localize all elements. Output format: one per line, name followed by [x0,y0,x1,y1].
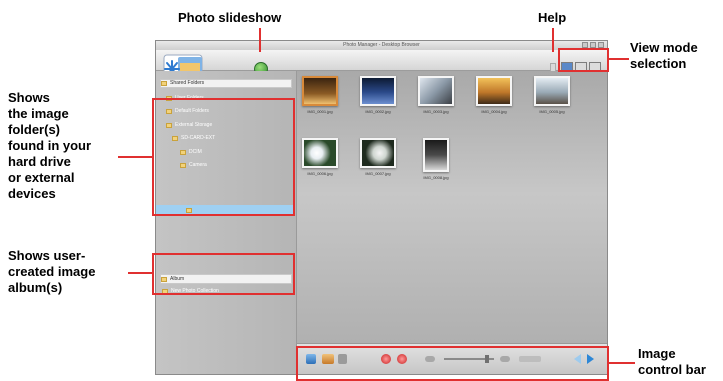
annotation-control-bar: Image control bar [638,346,706,377]
leader-line-user-albums [128,272,152,274]
thumbnail[interactable]: IMG_0001.jpg [302,76,338,114]
thumbnail-caption: IMG_0006.jpg [307,171,333,176]
thumbnail-caption: IMG_0005.jpg [539,109,565,114]
thumbnail-image [360,138,396,168]
thumbnail[interactable]: IMG_0006.jpg [302,138,338,176]
thumbnail-caption: IMG_0007.jpg [365,171,391,176]
folder-label: Shared Folders [170,80,205,86]
thumbnail[interactable]: IMG_0002.jpg [360,76,396,114]
thumbnail-image [302,138,338,168]
folder-tree-root[interactable]: Shared Folders [160,79,292,88]
thumbnail-caption: IMG_0002.jpg [365,109,391,114]
thumbnail[interactable]: IMG_0005.jpg [534,76,570,114]
thumbnail[interactable]: IMG_0007.jpg [360,138,396,176]
annotation-image-folders: Shows the image folder(s) found in your … [8,90,92,201]
highlight-control-bar [296,346,609,381]
highlight-view-mode [558,48,609,72]
thumbnail-image [534,76,570,106]
highlight-image-folders [152,98,295,216]
toolbar [156,50,607,76]
leader-line-slideshow [259,28,261,52]
thumbnail-image [476,76,512,106]
thumbnail-caption: IMG_0003.jpg [423,109,449,114]
thumbnail-image [418,76,454,106]
highlight-user-albums [152,253,295,295]
thumbnail[interactable]: IMG_0008.jpg [423,138,449,180]
thumbnail-area: IMG_0001.jpg IMG_0002.jpg IMG_0003.jpg I… [297,71,607,344]
annotation-view-mode: View mode selection [630,40,698,71]
thumbnail[interactable]: IMG_0003.jpg [418,76,454,114]
leader-line-help [552,28,554,52]
leader-line-control-bar [609,362,635,364]
thumbnail-caption: IMG_0001.jpg [307,109,333,114]
thumbnail[interactable]: IMG_0004.jpg [476,76,512,114]
thumbnail-image [302,76,338,106]
thumbnail-image [360,76,396,106]
window-title: Photo Manager - Desktop Browser [343,42,420,48]
leader-line-view-mode [609,58,629,60]
annotation-user-albums: Shows user- created image album(s) [8,248,96,295]
thumbnail-caption: IMG_0008.jpg [423,175,449,180]
thumbnail-caption: IMG_0004.jpg [481,109,507,114]
leader-line-image-folders [118,156,152,158]
annotation-help: Help [538,10,567,25]
folder-icon [161,81,167,86]
thumbnail-image [423,138,449,172]
annotation-photo-slideshow: Photo slideshow [178,10,282,25]
